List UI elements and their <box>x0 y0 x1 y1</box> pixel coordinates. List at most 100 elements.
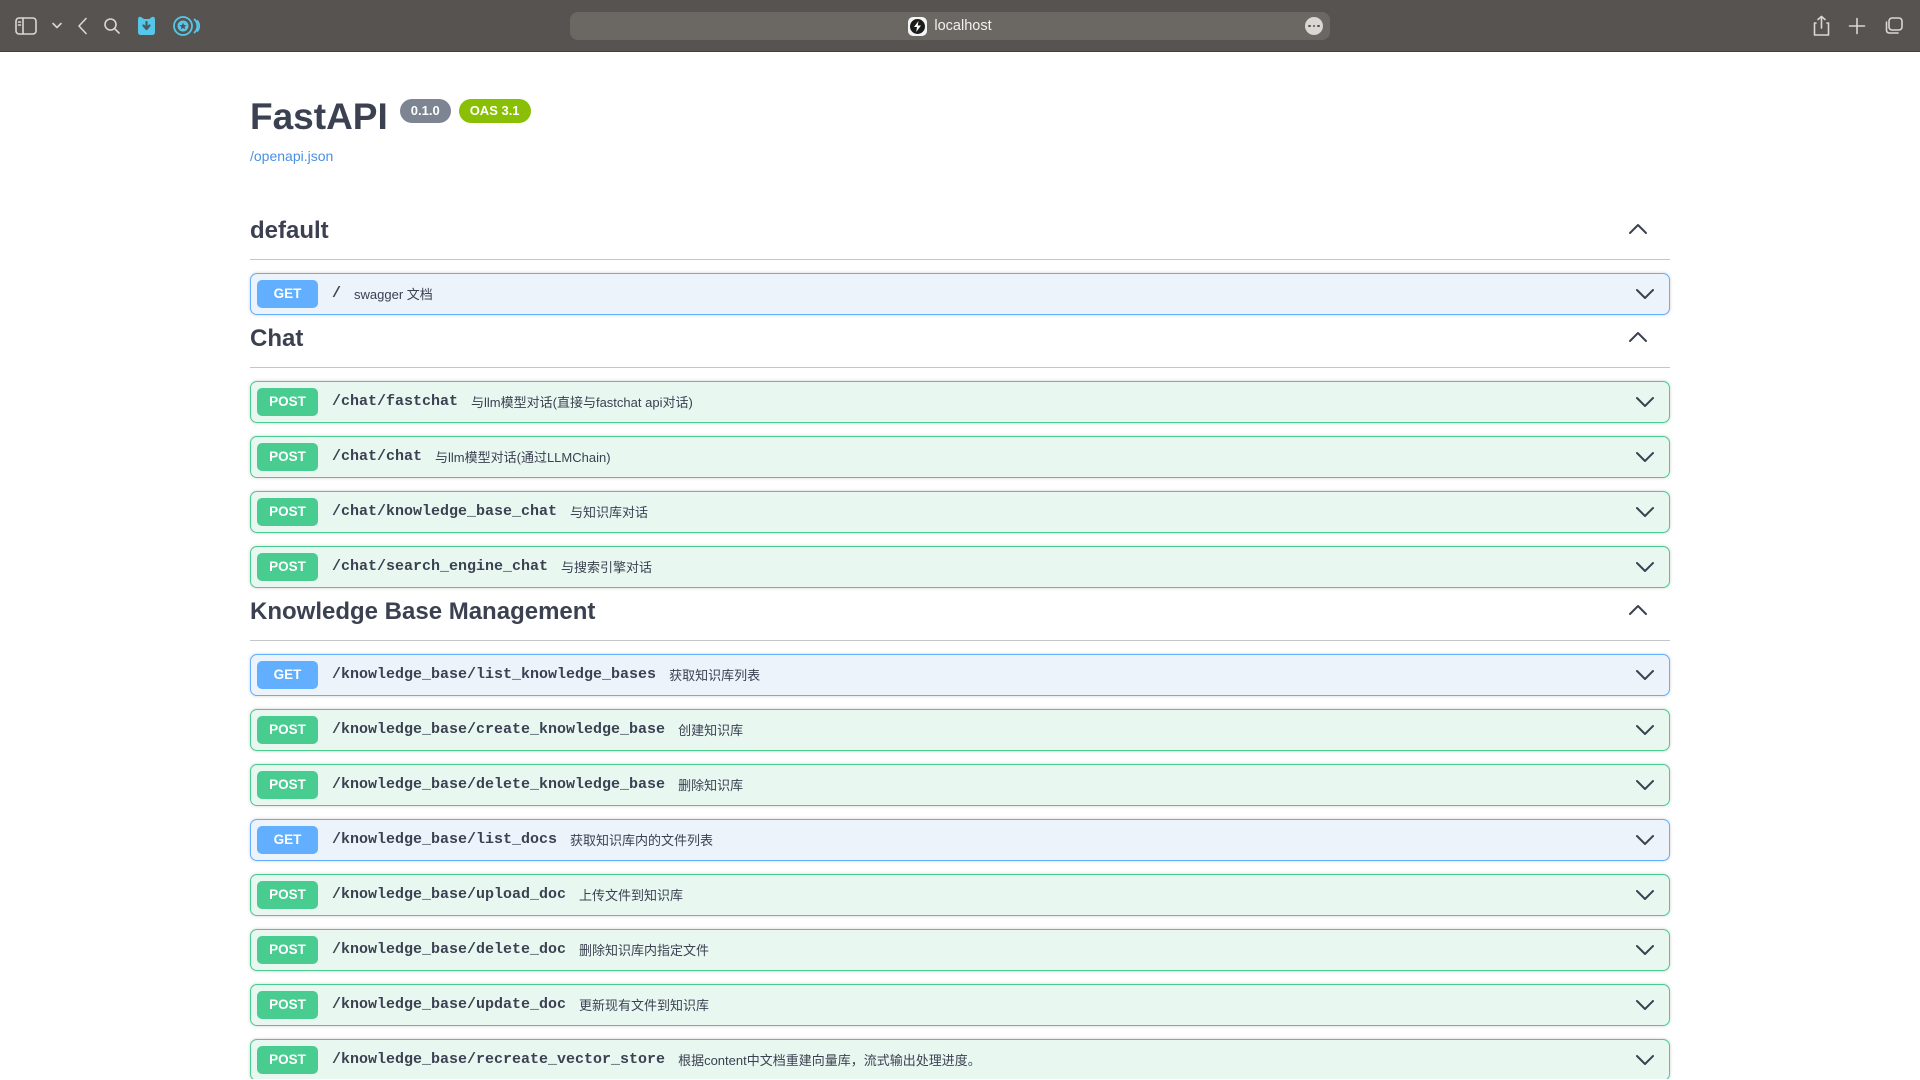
chevron-down-icon <box>1635 889 1655 901</box>
chevron-down-icon <box>1635 288 1655 300</box>
method-badge: GET <box>257 280 318 308</box>
chevron-down-icon <box>1635 561 1655 573</box>
endpoint-summary: 更新现有文件到知识库 <box>579 995 709 1014</box>
endpoint-summary: 与搜索引擎对话 <box>561 557 652 576</box>
endpoint-path: /chat/search_engine_chat <box>332 558 548 575</box>
chevron-down-icon <box>1635 396 1655 408</box>
endpoint-row-knowledge-base-delete-knowledge-base[interactable]: POST/knowledge_base/delete_knowledge_bas… <box>250 764 1670 806</box>
section-title: Knowledge Base Management <box>250 598 595 626</box>
method-badge: POST <box>257 936 318 964</box>
method-badge: POST <box>257 388 318 416</box>
endpoint-path: /knowledge_base/recreate_vector_store <box>332 1051 665 1068</box>
endpoint-summary: 上传文件到知识库 <box>579 885 683 904</box>
tab-overview-icon <box>1883 16 1904 36</box>
section-header-chat[interactable]: Chat <box>250 315 1670 368</box>
endpoint-path: /knowledge_base/list_docs <box>332 831 557 848</box>
endpoint-path: /knowledge_base/update_doc <box>332 996 566 1013</box>
sidebar-toggle-button[interactable] <box>15 11 37 41</box>
endpoint-row-knowledge-base-create-knowledge-base[interactable]: POST/knowledge_base/create_knowledge_bas… <box>250 709 1670 751</box>
method-badge: POST <box>257 1046 318 1074</box>
section-header-knowledge-base-management[interactable]: Knowledge Base Management <box>250 588 1670 641</box>
endpoint-row-knowledge-base-list-knowledge-bases[interactable]: GET/knowledge_base/list_knowledge_bases 获… <box>250 654 1670 696</box>
section-default: default GET / swagger 文档 <box>250 207 1670 315</box>
method-badge: POST <box>257 991 318 1019</box>
endpoint-row-knowledge-base-delete-doc[interactable]: POST/knowledge_base/delete_doc 删除知识库内指定文件 <box>250 929 1670 971</box>
chevron-down-icon <box>1635 724 1655 736</box>
endpoint-summary: 与知识库对话 <box>570 502 648 521</box>
back-button[interactable] <box>77 11 88 41</box>
method-badge: POST <box>257 498 318 526</box>
endpoint-summary: 与llm模型对话(通过LLMChain) <box>435 447 611 466</box>
search-icon <box>103 17 121 35</box>
url-text: localhost <box>934 18 991 34</box>
endpoint-row-chat-chat[interactable]: POST/chat/chat 与llm模型对话(通过LLMChain) <box>250 436 1670 478</box>
tab-overview-button[interactable] <box>1883 11 1904 41</box>
endpoint-row-root[interactable]: GET / swagger 文档 <box>250 273 1670 315</box>
extension-circles-button[interactable] <box>172 11 202 41</box>
endpoint-row-chat-knowledge-base-chat[interactable]: POST/chat/knowledge_base_chat 与知识库对话 <box>250 491 1670 533</box>
endpoint-path: / <box>332 285 341 302</box>
extension-circles-icon <box>172 15 202 37</box>
endpoint-row-chat-search-engine-chat[interactable]: POST/chat/search_engine_chat与搜索引擎对话 <box>250 546 1670 588</box>
share-button[interactable] <box>1812 11 1831 41</box>
chevron-down-icon <box>1635 779 1655 791</box>
api-info: FastAPI 0.1.0 OAS 3.1 /openapi.json <box>250 52 1670 166</box>
endpoint-row-chat-fastchat[interactable]: POST/chat/fastchat 与llm模型对话(直接与fastchat a… <box>250 381 1670 423</box>
oas-badge: OAS 3.1 <box>459 99 531 123</box>
section-header-default[interactable]: default <box>250 207 1670 260</box>
endpoint-path: /knowledge_base/upload_doc <box>332 886 566 903</box>
chevron-up-icon <box>1628 222 1648 240</box>
endpoint-row-knowledge-base-upload-doc[interactable]: POST/knowledge_base/upload_doc上传文件到知识库 <box>250 874 1670 916</box>
extension-bookmark-button[interactable] <box>136 11 157 41</box>
endpoint-summary: swagger 文档 <box>354 284 433 303</box>
chevron-up-icon <box>1628 603 1648 621</box>
section-title: Chat <box>250 325 303 353</box>
search-button[interactable] <box>103 11 121 41</box>
chevron-up-icon <box>1628 330 1648 348</box>
endpoint-summary: 创建知识库 <box>678 720 743 739</box>
endpoint-summary: 删除知识库 <box>678 775 743 794</box>
section-title: default <box>250 217 329 245</box>
method-badge: POST <box>257 443 318 471</box>
chevron-down-icon <box>1635 451 1655 463</box>
site-favicon <box>908 17 927 36</box>
page-title: FastAPI <box>250 96 388 139</box>
endpoint-summary: 与llm模型对话(直接与fastchat api对话) <box>471 392 693 411</box>
chevron-down-icon <box>1635 669 1655 681</box>
endpoint-summary: 获取知识库内的文件列表 <box>570 830 713 849</box>
api-sections: default GET / swagger 文档 Chat POST/chat/fastc… <box>250 207 1670 1079</box>
new-tab-button[interactable] <box>1848 11 1866 41</box>
endpoint-path: /knowledge_base/list_knowledge_bases <box>332 666 656 683</box>
endpoint-path: /chat/knowledge_base_chat <box>332 503 557 520</box>
page-settings-button[interactable] <box>1305 17 1323 35</box>
endpoint-row-knowledge-base-recreate-vector-store[interactable]: POST/knowledge_base/recreate_vector_stor… <box>250 1039 1670 1079</box>
chevron-down-icon <box>1635 999 1655 1011</box>
method-badge: GET <box>257 661 318 689</box>
section-knowledge-base-management: Knowledge Base Management GET/knowledge_b… <box>250 588 1670 1079</box>
chevron-down-icon <box>52 22 62 29</box>
sidebar-icon <box>15 17 37 35</box>
share-icon <box>1812 15 1831 37</box>
openapi-spec-link[interactable]: /openapi.json <box>250 148 333 164</box>
endpoint-summary: 根据content中文档重建向量库，流式输出处理进度。 <box>678 1050 981 1069</box>
address-bar[interactable]: localhost <box>570 12 1330 40</box>
chevron-down-icon <box>1635 944 1655 956</box>
endpoint-summary: 删除知识库内指定文件 <box>579 940 709 959</box>
method-badge: POST <box>257 716 318 744</box>
back-icon <box>77 17 88 35</box>
sidebar-menu-button[interactable] <box>52 11 62 41</box>
endpoint-row-knowledge-base-list-docs[interactable]: GET/knowledge_base/list_docs 获取知识库内的文件列表 <box>250 819 1670 861</box>
chevron-down-icon <box>1635 1054 1655 1066</box>
method-badge: GET <box>257 826 318 854</box>
lightning-bolt-icon <box>913 21 922 32</box>
endpoint-summary: 获取知识库列表 <box>669 665 760 684</box>
chevron-down-icon <box>1635 506 1655 518</box>
endpoint-path: /knowledge_base/delete_knowledge_base <box>332 776 665 793</box>
method-badge: POST <box>257 771 318 799</box>
version-badge: 0.1.0 <box>400 99 451 123</box>
endpoint-row-knowledge-base-update-doc[interactable]: POST/knowledge_base/update_doc 更新现有文件到知识库 <box>250 984 1670 1026</box>
endpoint-path: /chat/chat <box>332 448 422 465</box>
endpoint-path: /chat/fastchat <box>332 393 458 410</box>
swagger-page: FastAPI 0.1.0 OAS 3.1 /openapi.json defa… <box>0 52 1920 1079</box>
endpoint-path: /knowledge_base/delete_doc <box>332 941 566 958</box>
